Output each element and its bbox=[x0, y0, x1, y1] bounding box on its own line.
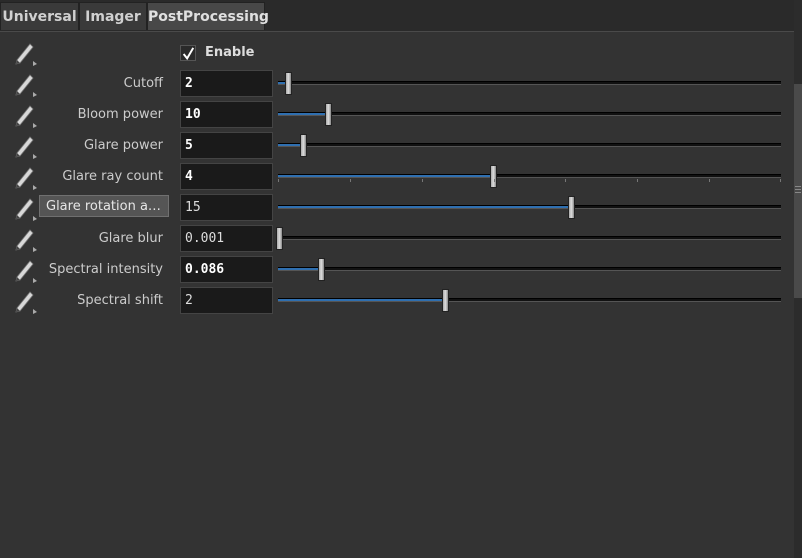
slider-tick bbox=[494, 179, 495, 182]
param-value-field[interactable]: 15 bbox=[180, 194, 273, 221]
slider-tick bbox=[422, 179, 423, 182]
slider-fill bbox=[278, 113, 328, 115]
slider-tick bbox=[278, 179, 279, 182]
param-slider[interactable] bbox=[278, 258, 781, 281]
param-label[interactable]: Glare rotation an... bbox=[39, 195, 169, 217]
slider-tick bbox=[565, 179, 566, 182]
pencil-icon[interactable] bbox=[12, 40, 38, 66]
slider-track[interactable] bbox=[278, 143, 781, 147]
slider-handle[interactable] bbox=[490, 165, 497, 188]
enable-label: Enable bbox=[205, 45, 255, 60]
enable-checkbox[interactable] bbox=[180, 45, 196, 61]
param-row: Spectral shift 2 bbox=[0, 285, 794, 316]
tab-postprocessing[interactable]: PostProcessing bbox=[147, 2, 269, 30]
param-slider[interactable] bbox=[276, 227, 781, 250]
slider-fill bbox=[278, 175, 493, 177]
slider-handle[interactable] bbox=[276, 227, 283, 250]
param-row: Bloom power 10 bbox=[0, 99, 794, 130]
param-label: Glare power bbox=[83, 138, 163, 153]
param-value-field[interactable]: 2 bbox=[180, 287, 273, 314]
pencil-icon[interactable] bbox=[12, 71, 38, 97]
slider-track[interactable] bbox=[278, 112, 781, 116]
slider-handle[interactable] bbox=[318, 258, 325, 281]
slider-fill bbox=[278, 268, 321, 270]
slider-handle[interactable] bbox=[442, 289, 449, 312]
slider-handle[interactable] bbox=[300, 134, 307, 157]
scrollbar-grip-icon bbox=[795, 186, 801, 195]
param-slider[interactable] bbox=[278, 165, 781, 188]
slider-tick bbox=[637, 179, 638, 182]
slider-fill bbox=[278, 299, 445, 301]
param-row: Glare ray count 4 bbox=[0, 161, 794, 192]
tab-universal[interactable]: Universal bbox=[0, 2, 79, 30]
postprocessing-panel: Universal Imager PostProcessing Enable C… bbox=[0, 0, 802, 558]
slider-fill bbox=[278, 206, 571, 208]
pencil-icon[interactable] bbox=[12, 288, 38, 314]
slider-track[interactable] bbox=[278, 236, 781, 240]
pencil-icon[interactable] bbox=[12, 164, 38, 190]
slider-handle[interactable] bbox=[325, 103, 332, 126]
slider-handle[interactable] bbox=[285, 72, 292, 95]
tab-bar: Universal Imager PostProcessing bbox=[0, 0, 794, 32]
param-slider[interactable] bbox=[278, 103, 781, 126]
slider-handle[interactable] bbox=[568, 196, 575, 219]
tab-imager[interactable]: Imager bbox=[79, 2, 147, 30]
checkmark-icon bbox=[182, 47, 195, 61]
slider-track[interactable] bbox=[278, 267, 781, 271]
param-slider[interactable] bbox=[278, 72, 781, 95]
pencil-icon[interactable] bbox=[12, 133, 38, 159]
param-label: Glare blur bbox=[98, 231, 163, 246]
param-value-field[interactable]: 10 bbox=[180, 101, 273, 128]
pencil-icon[interactable] bbox=[12, 195, 38, 221]
pencil-icon[interactable] bbox=[12, 257, 38, 283]
param-label: Spectral intensity bbox=[48, 262, 163, 277]
param-slider[interactable] bbox=[278, 196, 781, 219]
param-slider[interactable] bbox=[278, 289, 781, 312]
param-row: Glare power 5 bbox=[0, 130, 794, 161]
param-label: Bloom power bbox=[77, 107, 163, 122]
slider-track[interactable] bbox=[278, 81, 781, 85]
slider-tick bbox=[709, 179, 710, 182]
param-value-field[interactable]: 0.086 bbox=[180, 256, 273, 283]
param-label: Glare ray count bbox=[62, 169, 163, 184]
enable-row: Enable bbox=[0, 37, 794, 68]
slider-tick bbox=[350, 179, 351, 182]
param-value-field[interactable]: 5 bbox=[180, 132, 273, 159]
param-value-field[interactable]: 4 bbox=[180, 163, 273, 190]
param-label: Cutoff bbox=[123, 76, 163, 91]
param-value-field[interactable]: 2 bbox=[180, 70, 273, 97]
vertical-scrollbar[interactable] bbox=[794, 0, 802, 558]
param-value-field[interactable]: 0.001 bbox=[180, 225, 273, 252]
param-row: Glare rotation an... 15 bbox=[0, 192, 794, 223]
slider-tick bbox=[780, 179, 781, 182]
param-slider[interactable] bbox=[278, 134, 781, 157]
param-row: Spectral intensity 0.086 bbox=[0, 254, 794, 285]
param-label: Spectral shift bbox=[77, 293, 163, 308]
pencil-icon[interactable] bbox=[12, 226, 38, 252]
param-row: Glare blur 0.001 bbox=[0, 223, 794, 254]
pencil-icon[interactable] bbox=[12, 102, 38, 128]
param-row: Cutoff 2 bbox=[0, 68, 794, 99]
